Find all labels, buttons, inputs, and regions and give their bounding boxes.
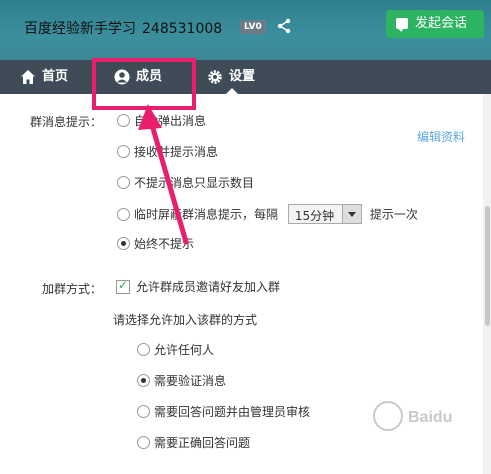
start-chat-button[interactable]: 发起会话: [386, 10, 484, 38]
scrollbar-thumb[interactable]: [485, 206, 490, 326]
radio-button-selected[interactable]: [117, 237, 130, 250]
interval-select[interactable]: 15分钟: [287, 204, 362, 224]
radio-button[interactable]: [137, 343, 150, 356]
interval-suffix: 提示一次: [369, 207, 418, 222]
edit-profile-link[interactable]: 编辑资料: [417, 120, 465, 154]
tab-bar: 首页 成员 设置 编辑资料: [0, 60, 491, 144]
radio-button[interactable]: [117, 176, 130, 189]
notify-option-auto-popup[interactable]: 自动弹出消息: [117, 112, 206, 129]
join-method-prompt: 请选择允许加入该群的方式: [113, 313, 258, 327]
notify-option-never[interactable]: 始终不提示: [117, 235, 194, 252]
allow-invite-checkbox[interactable]: [116, 278, 130, 294]
message-notify-label: 群消息提示：: [30, 115, 103, 129]
join-option-answer-admin-review[interactable]: 需要回答问题并由管理员审核: [137, 403, 310, 420]
annotation-highlight-box: [92, 58, 196, 110]
join-option-answer-correctly[interactable]: 需要正确回答问题: [137, 434, 250, 451]
chevron-down-icon[interactable]: [341, 205, 361, 223]
svg-text:Baidu: Baidu: [408, 409, 452, 426]
chat-bubble-icon: [396, 18, 408, 32]
group-name: 百度经验新手学习: [24, 21, 136, 37]
group-id: 248531008: [142, 21, 223, 37]
share-icon[interactable]: [276, 18, 292, 34]
baidu-jingyan-watermark-logo: Baidu: [370, 396, 480, 436]
group-header: 百度经验新手学习 248531008 LV0 发起会话: [0, 0, 491, 60]
radio-button[interactable]: [117, 207, 130, 221]
radio-button[interactable]: [137, 436, 150, 449]
tab-home-label: 首页: [42, 69, 69, 84]
vertical-scrollbar[interactable]: [483, 94, 491, 474]
radio-button[interactable]: [117, 145, 130, 158]
radio-button-selected[interactable]: [137, 374, 150, 387]
active-tab-indicator: [226, 88, 238, 94]
notify-option-receive-prompt[interactable]: 接收并提示消息: [117, 143, 218, 160]
level-badge: LV0: [240, 20, 266, 34]
radio-button[interactable]: [117, 114, 130, 127]
join-method-label: 加群方式：: [42, 282, 103, 296]
allow-invite-checkbox-row[interactable]: 允许群成员邀请好友加入群: [116, 278, 280, 295]
interval-value: 15分钟: [294, 209, 335, 223]
notify-option-temp-block[interactable]: 临时屏蔽群消息提示，每隔 15分钟 提示一次: [117, 204, 418, 224]
group-title: 百度经验新手学习 248531008: [24, 18, 222, 38]
join-option-anyone[interactable]: 允许任何人: [137, 341, 214, 358]
join-option-verify-message[interactable]: 需要验证消息: [137, 372, 226, 389]
radio-button[interactable]: [137, 405, 150, 418]
gear-icon: [208, 70, 222, 84]
home-icon: [21, 70, 35, 84]
start-chat-label: 发起会话: [415, 16, 468, 31]
notify-option-count-only[interactable]: 不提示消息只显示数目: [117, 174, 254, 191]
